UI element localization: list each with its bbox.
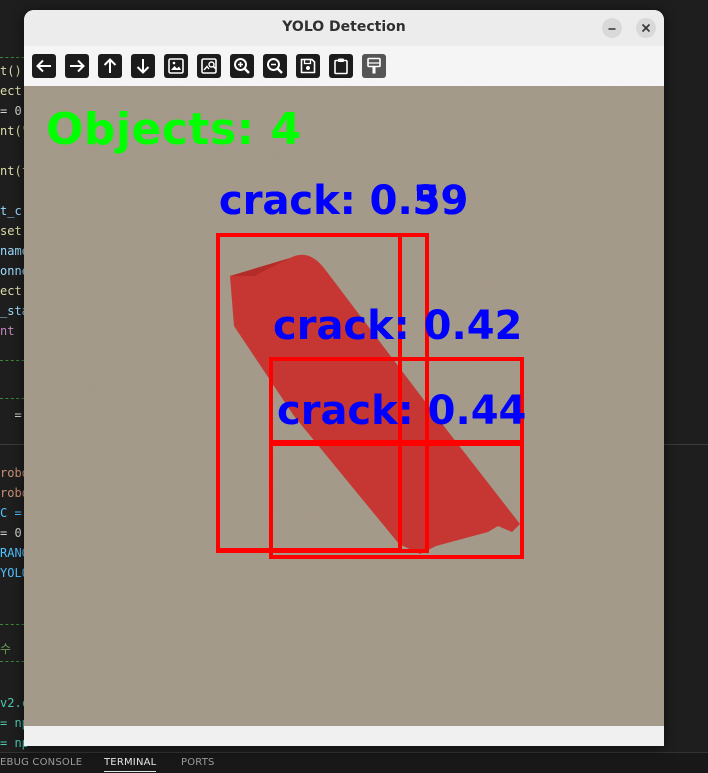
- back-button[interactable]: [32, 54, 56, 78]
- pan-up-icon: [103, 58, 117, 73]
- zoom-in-icon: [234, 58, 250, 74]
- zoom-out-icon: [267, 58, 283, 74]
- tab-ports[interactable]: PORTS: [181, 757, 215, 768]
- detection-label: crack: 0.42: [273, 303, 523, 349]
- pan-down-icon: [136, 59, 150, 74]
- code-fragment: 수: [0, 642, 12, 656]
- clipboard-icon: [334, 58, 348, 75]
- image-search-icon: [201, 58, 217, 74]
- detection-label: crack: 0.39: [219, 178, 469, 224]
- tab-terminal[interactable]: TERMINAL: [104, 757, 157, 772]
- close-button[interactable]: [636, 18, 656, 38]
- save-button[interactable]: [296, 54, 320, 78]
- window-title: YOLO Detection: [282, 19, 406, 35]
- zoom-in-button[interactable]: [230, 54, 254, 78]
- customize-button[interactable]: [362, 54, 386, 78]
- minimize-button[interactable]: [602, 18, 622, 38]
- panel-tab-bar: EBUG CONSOLE TERMINAL PORTS: [0, 752, 708, 773]
- detection-canvas[interactable]: Objects: 4 crack: 0.59 crack: 0.39 crack…: [24, 86, 664, 726]
- tab-debug-console[interactable]: EBUG CONSOLE: [0, 757, 82, 768]
- zoom-out-button[interactable]: [263, 54, 287, 78]
- detection-box: [269, 442, 524, 559]
- image-search-button[interactable]: [197, 54, 221, 78]
- image-icon: [168, 58, 184, 74]
- pan-up-button[interactable]: [98, 54, 122, 78]
- object-count-label: Objects: 4: [46, 104, 302, 155]
- pan-down-button[interactable]: [131, 54, 155, 78]
- code-fragment: = 0: [0, 526, 22, 540]
- paint-brush-icon: [367, 57, 381, 74]
- save-icon: [300, 58, 316, 74]
- code-fragment: nt: [0, 324, 15, 338]
- toolbar: [24, 46, 664, 87]
- title-bar[interactable]: YOLO Detection: [24, 10, 664, 46]
- code-fragment: t_c: [0, 204, 22, 218]
- detection-label: crack: 0.44: [277, 388, 527, 434]
- code-fragment: C =: [0, 506, 22, 520]
- forward-button[interactable]: [65, 54, 89, 78]
- status-bar: [24, 726, 664, 746]
- image-button[interactable]: [164, 54, 188, 78]
- code-fragment: =: [0, 408, 22, 422]
- yolo-detection-window: YOLO Detection Objects: 4 crack: 0.59 cr…: [24, 10, 664, 746]
- close-icon: [641, 23, 651, 33]
- minimize-icon: [608, 28, 616, 30]
- forward-icon: [70, 59, 85, 73]
- back-icon: [36, 59, 51, 73]
- clipboard-button[interactable]: [329, 54, 353, 78]
